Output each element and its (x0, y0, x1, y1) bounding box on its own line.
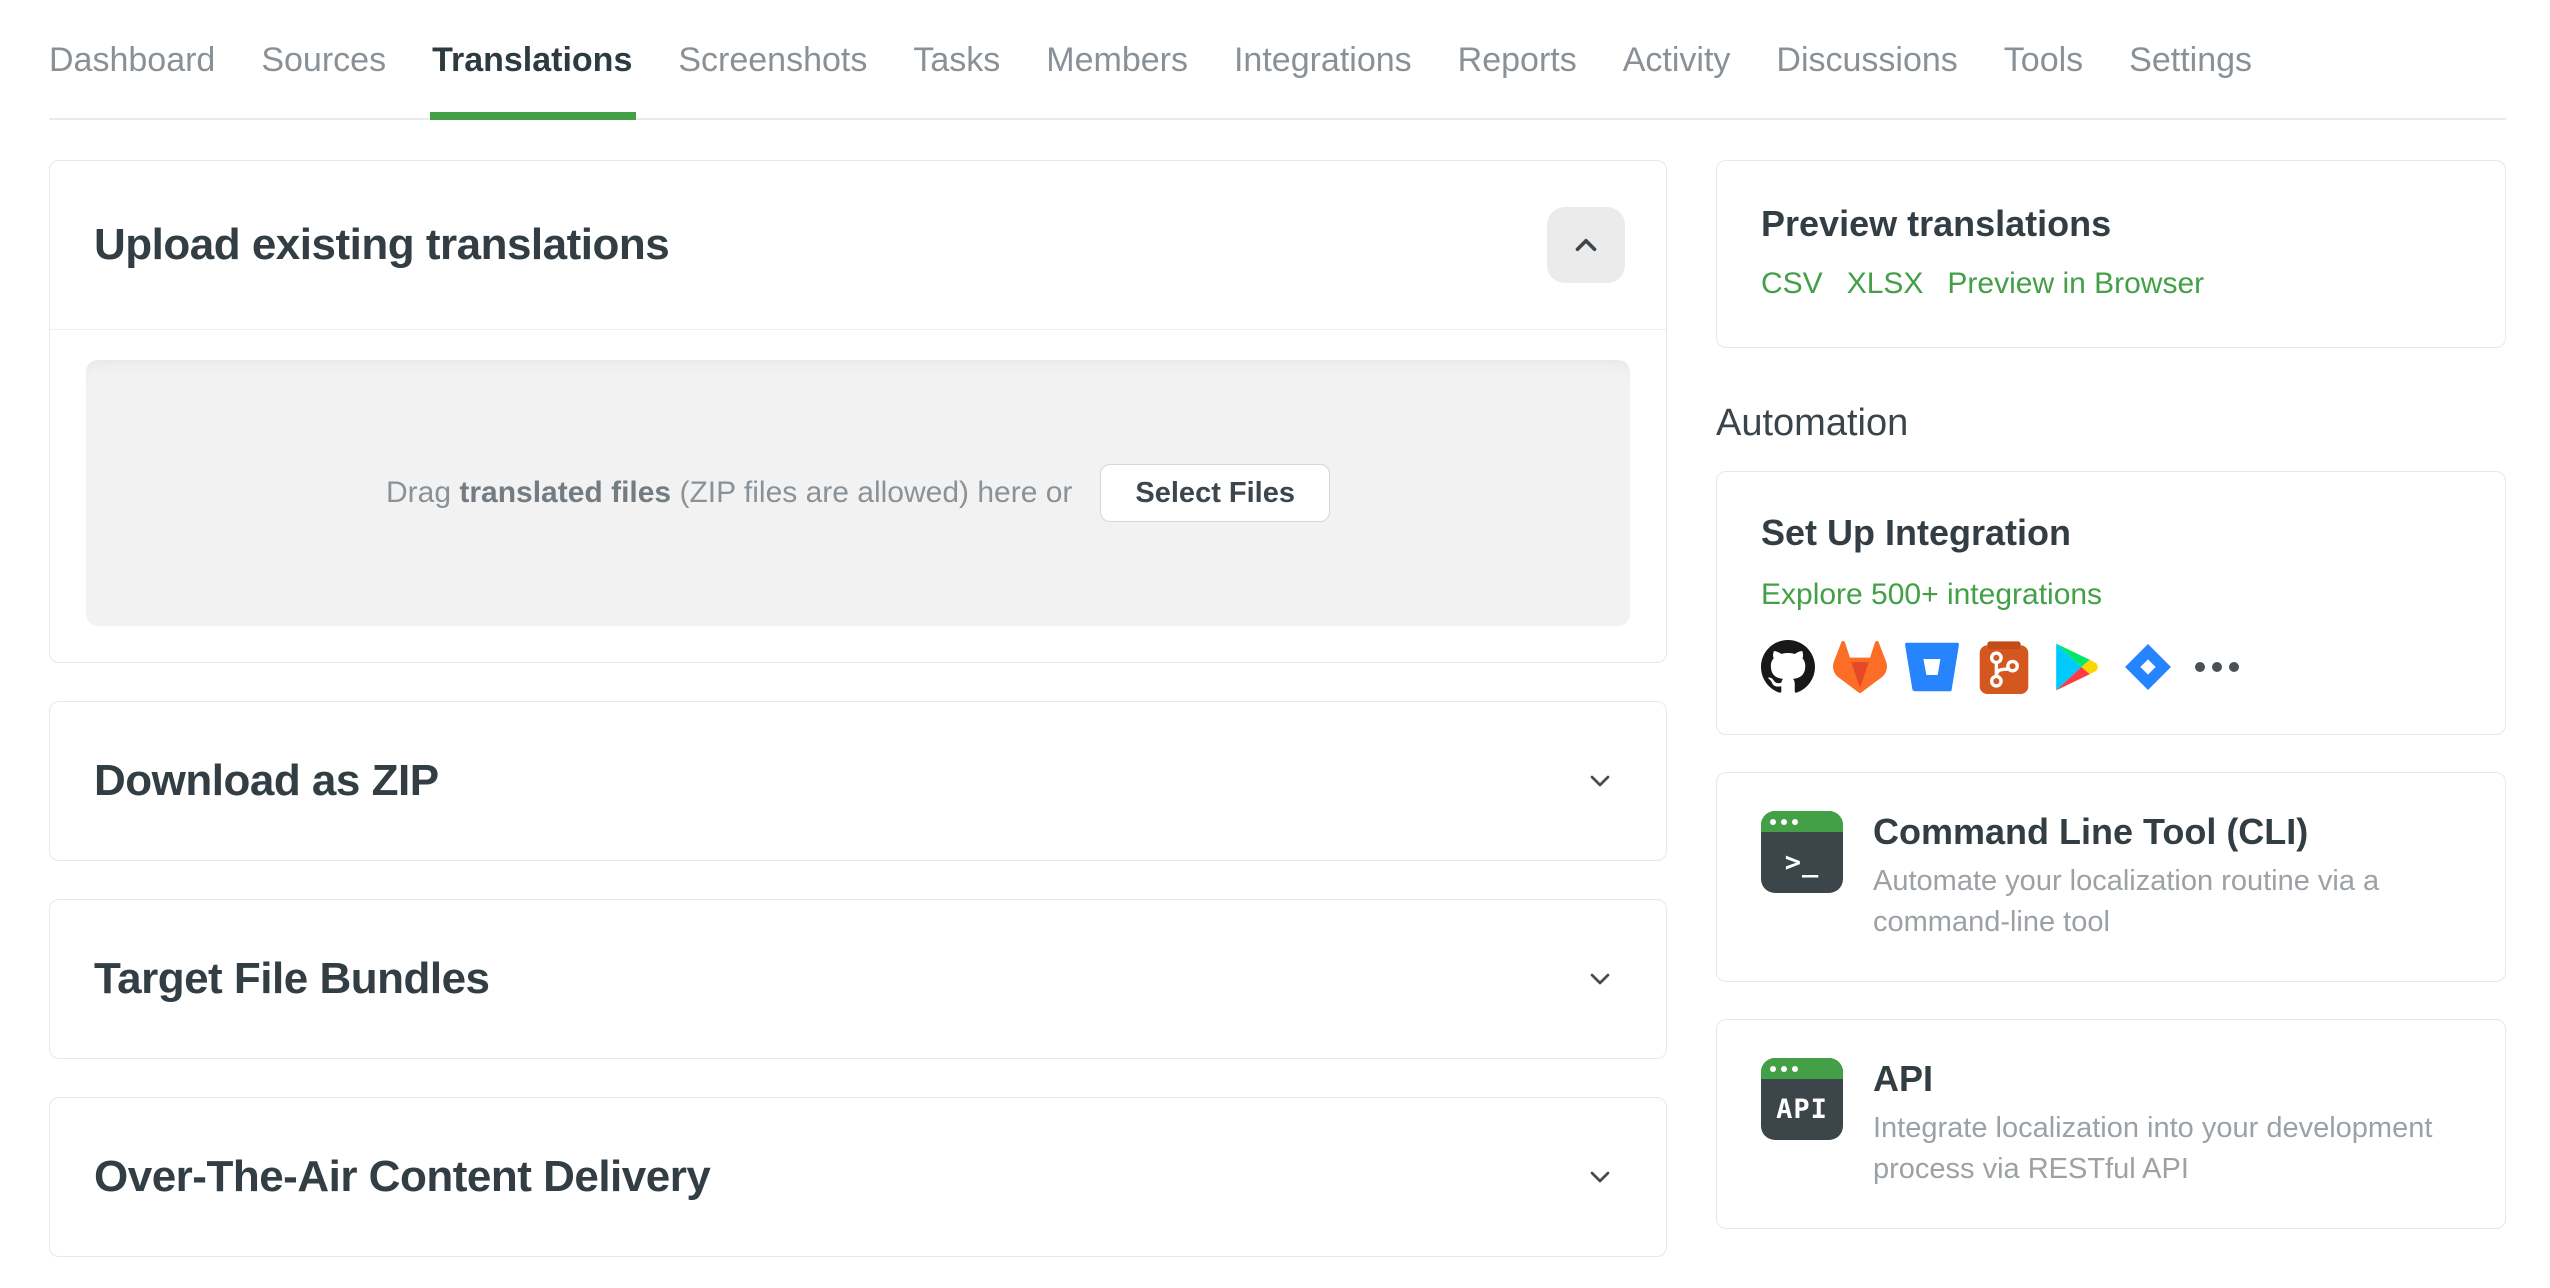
select-files-button[interactable]: Select Files (1100, 464, 1330, 522)
preview-in-browser-link[interactable]: Preview in Browser (1947, 267, 2204, 301)
tab-dashboard[interactable]: Dashboard (49, 34, 215, 118)
tab-settings[interactable]: Settings (2129, 34, 2252, 118)
target-file-bundles-card[interactable]: Target File Bundles (49, 899, 1667, 1059)
google-play-icon[interactable] (2049, 640, 2103, 694)
tab-reports[interactable]: Reports (1458, 34, 1577, 118)
jira-icon[interactable] (2121, 640, 2175, 694)
over-the-air-content-delivery-card[interactable]: Over-The-Air Content Delivery (49, 1097, 1667, 1257)
preview-links-row: CSV XLSX Preview in Browser (1761, 267, 2461, 301)
preview-translations-card: Preview translations CSV XLSX Preview in… (1716, 160, 2506, 348)
set-up-integration-card: Set Up Integration Explore 500+ integrat… (1716, 471, 2506, 735)
tab-members[interactable]: Members (1046, 34, 1188, 118)
api-card-description: Integrate localization into your develop… (1873, 1112, 2433, 1185)
translations-main-column: Upload existing translations Drag transl… (49, 160, 1667, 1257)
github-icon[interactable] (1761, 640, 1815, 694)
bitbucket-icon[interactable] (1905, 640, 1959, 694)
preview-translations-title: Preview translations (1761, 203, 2112, 244)
more-integrations-icon[interactable] (2193, 659, 2241, 675)
tab-discussions[interactable]: Discussions (1776, 34, 1957, 118)
command-line-tool-card[interactable]: >_ Command Line Tool (CLI) Automate your… (1716, 772, 2506, 982)
api-card-title: API (1873, 1058, 1934, 1099)
git-icon[interactable] (1977, 640, 2031, 694)
sidebar: Preview translations CSV XLSX Preview in… (1716, 160, 2506, 1229)
tab-tools[interactable]: Tools (2004, 34, 2083, 118)
upload-card-header[interactable]: Upload existing translations (50, 161, 1666, 330)
project-tab-bar: Dashboard Sources Translations Screensho… (49, 0, 2506, 120)
api-icon: API (1761, 1058, 1843, 1140)
cli-card-title: Command Line Tool (CLI) (1873, 811, 2309, 852)
upload-card-title: Upload existing translations (94, 220, 670, 269)
tab-tasks[interactable]: Tasks (913, 34, 1000, 118)
upload-card-body: Drag translated files (ZIP files are all… (50, 330, 1666, 626)
terminal-icon: >_ (1761, 811, 1843, 893)
gitlab-icon[interactable] (1833, 640, 1887, 694)
upload-existing-translations-card: Upload existing translations Drag transl… (49, 160, 1667, 663)
over-the-air-title: Over-The-Air Content Delivery (94, 1152, 711, 1201)
chevron-down-icon (1590, 973, 1610, 985)
tab-activity[interactable]: Activity (1623, 34, 1731, 118)
integration-icons-row (1761, 640, 2461, 694)
collapse-section-button[interactable] (1547, 207, 1625, 283)
set-up-integration-title: Set Up Integration (1761, 512, 2072, 553)
tab-translations[interactable]: Translations (430, 34, 637, 120)
chevron-down-icon (1590, 775, 1610, 787)
file-dropzone[interactable]: Drag translated files (ZIP files are all… (86, 360, 1630, 626)
cli-card-description: Automate your localization routine via a… (1873, 865, 2380, 938)
tab-sources[interactable]: Sources (261, 34, 386, 118)
chevron-up-icon (1575, 238, 1597, 252)
download-as-zip-title: Download as ZIP (94, 756, 439, 805)
tab-screenshots[interactable]: Screenshots (678, 34, 867, 118)
dropzone-instruction: Drag translated files (ZIP files are all… (385, 476, 1073, 509)
download-as-zip-card[interactable]: Download as ZIP (49, 701, 1667, 861)
target-file-bundles-title: Target File Bundles (94, 954, 490, 1003)
automation-section-heading: Automation (1716, 402, 1909, 444)
csv-link[interactable]: CSV (1761, 267, 1823, 301)
api-card[interactable]: API API Integrate localization into your… (1716, 1019, 2506, 1229)
xlsx-link[interactable]: XLSX (1847, 267, 1924, 301)
tab-integrations[interactable]: Integrations (1234, 34, 1412, 118)
page-content: Upload existing translations Drag transl… (0, 120, 2550, 1257)
explore-integrations-link[interactable]: Explore 500+ integrations (1761, 578, 2102, 612)
chevron-down-icon (1590, 1171, 1610, 1183)
